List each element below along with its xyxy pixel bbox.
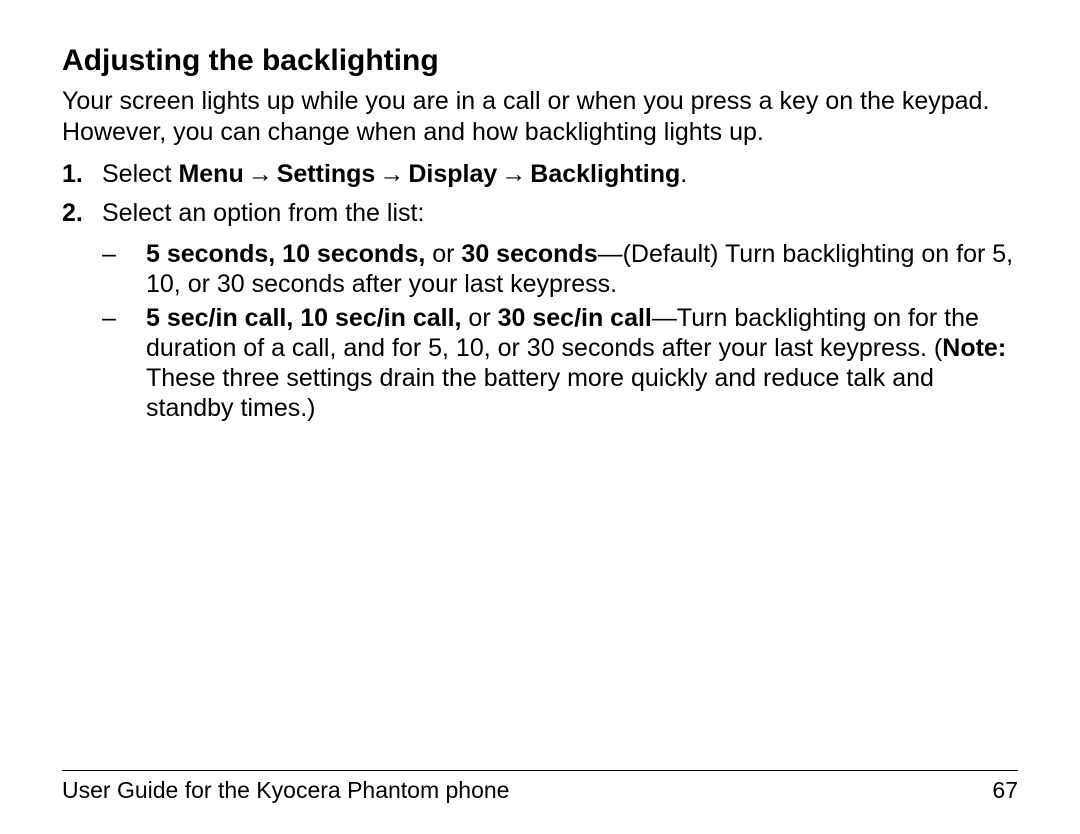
note-label: Note:: [942, 334, 1006, 362]
step-text: Select: [102, 160, 178, 188]
option-body: 5 seconds, 10 seconds, or 30 seconds—(De…: [146, 239, 1018, 299]
step-text: Select an option from the list:: [102, 199, 424, 227]
step-body: Select an option from the list: – 5 seco…: [102, 197, 1018, 428]
option-text: or: [461, 304, 497, 332]
arrow-icon: →: [379, 158, 404, 191]
menu-path-display: Display: [408, 160, 497, 188]
footer-rule: [62, 770, 1018, 771]
menu-path-menu: Menu: [178, 160, 243, 188]
document-page: Adjusting the backlighting Your screen l…: [0, 0, 1080, 834]
option-label: 30 sec/in call: [498, 304, 652, 332]
list-item: – 5 sec/in call, 10 sec/in call, or 30 s…: [102, 303, 1018, 423]
step-item: 1. Select Menu→Settings→Display→Backligh…: [62, 158, 1018, 191]
option-text: These three settings drain the battery m…: [146, 364, 934, 422]
arrow-icon: →: [248, 158, 273, 191]
dash-icon: –: [102, 303, 146, 423]
option-label: 30 seconds: [461, 240, 597, 268]
step-text: .: [680, 160, 687, 188]
step-body: Select Menu→Settings→Display→Backlightin…: [102, 158, 1018, 191]
step-item: 2. Select an option from the list: – 5 s…: [62, 197, 1018, 428]
option-label: 5 seconds, 10 seconds,: [146, 240, 425, 268]
option-label: 5 sec/in call, 10 sec/in call,: [146, 304, 461, 332]
arrow-icon: →: [501, 158, 526, 191]
section-heading: Adjusting the backlighting: [62, 42, 1018, 80]
option-body: 5 sec/in call, 10 sec/in call, or 30 sec…: [146, 303, 1018, 423]
page-footer: User Guide for the Kyocera Phantom phone…: [62, 770, 1018, 804]
step-marker: 2.: [62, 197, 102, 428]
footer-page-number: 67: [992, 777, 1018, 804]
step-marker: 1.: [62, 158, 102, 191]
footer-row: User Guide for the Kyocera Phantom phone…: [62, 777, 1018, 804]
list-item: – 5 seconds, 10 seconds, or 30 seconds—(…: [102, 239, 1018, 299]
dash-icon: –: [102, 239, 146, 299]
intro-paragraph: Your screen lights up while you are in a…: [62, 86, 1018, 149]
steps-list: 1. Select Menu→Settings→Display→Backligh…: [62, 158, 1018, 427]
menu-path-settings: Settings: [277, 160, 376, 188]
footer-title: User Guide for the Kyocera Phantom phone: [62, 777, 509, 804]
menu-path-backlighting: Backlighting: [530, 160, 680, 188]
options-list: – 5 seconds, 10 seconds, or 30 seconds—(…: [102, 239, 1018, 423]
option-text: or: [425, 240, 461, 268]
